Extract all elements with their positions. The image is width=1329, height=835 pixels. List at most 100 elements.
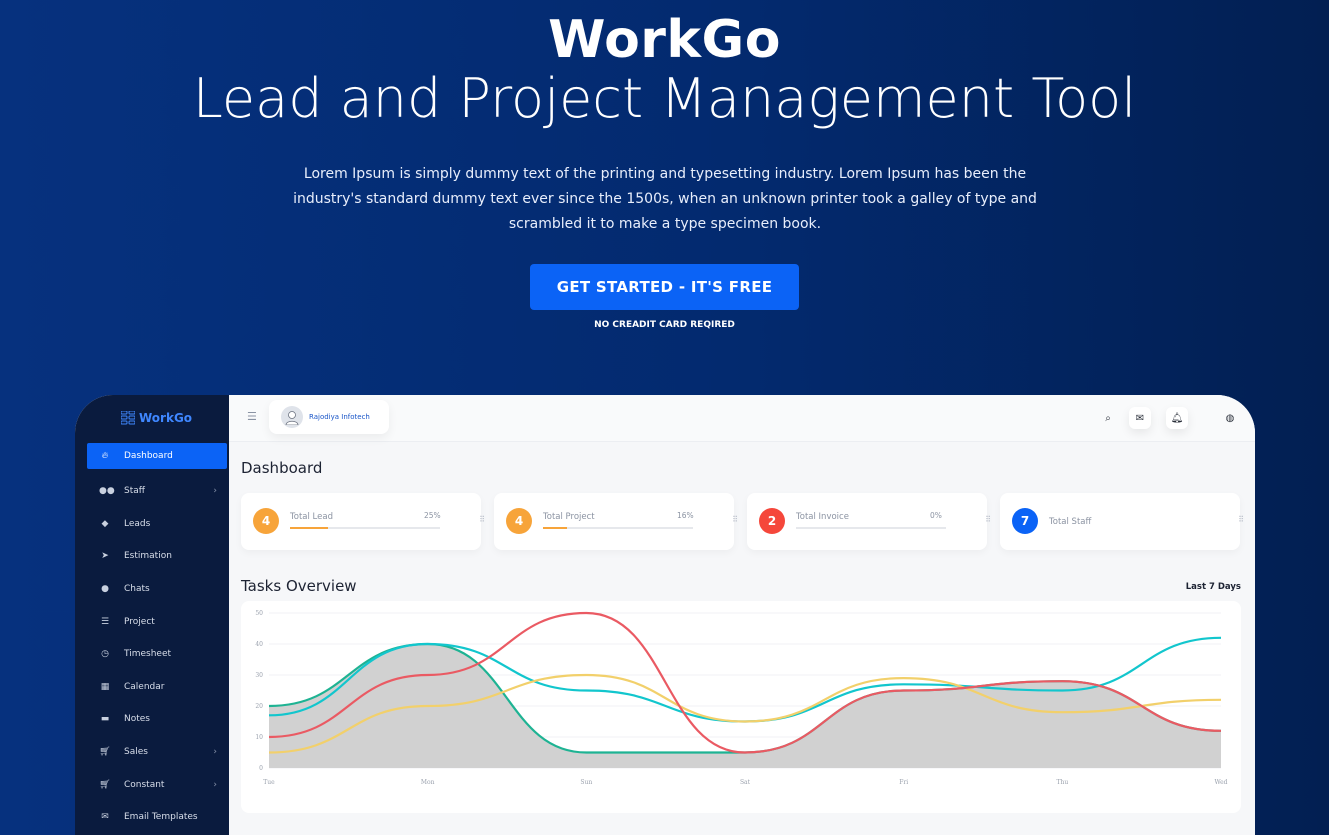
stat-progress-bar bbox=[796, 527, 946, 529]
stat-card-total-staff[interactable]: 7 Total Staff ⠿ bbox=[1000, 493, 1244, 550]
sidebar-item-leads[interactable]: ◆ Leads bbox=[87, 508, 227, 541]
sidebar-item-sales[interactable]: 🛒︎ Sales › bbox=[87, 736, 227, 769]
user-menu[interactable]: Rajodiya Infotech bbox=[269, 400, 389, 434]
sidebar-item-constant[interactable]: 🛒︎ Constant › bbox=[87, 768, 227, 801]
tasks-chart-svg: 0 10 20 30 40 50 Tue Mon Sun Sat Fri Thu Wed bbox=[255, 610, 1227, 786]
stat-label: Total Staff bbox=[1049, 517, 1092, 527]
sidebar-item-label: Leads bbox=[124, 518, 151, 529]
no-credit-card-note: NO CREADIT CARD REQIRED bbox=[594, 320, 735, 330]
stat-percent: 16% bbox=[677, 511, 694, 520]
sidebar-item-label: Timesheet bbox=[124, 649, 172, 660]
page-title: Dashboard bbox=[241, 459, 323, 477]
stat-value: 2 bbox=[759, 508, 785, 534]
x-tick-label: Wed bbox=[1214, 779, 1227, 786]
cart-icon: 🛒︎ bbox=[99, 747, 111, 758]
sidebar-item-label: Chats bbox=[124, 584, 150, 595]
stat-card-total-lead[interactable]: 4 Total Lead 25% ⠿ bbox=[241, 493, 485, 550]
user-avatar-icon bbox=[285, 411, 299, 425]
sidebar-item-label: Staff bbox=[124, 486, 145, 497]
search-icon[interactable]: ⌕ bbox=[1097, 407, 1119, 429]
drag-handle-icon[interactable]: ⠿ bbox=[1238, 515, 1244, 524]
dashboard-main: Dashboard 4 Total Lead 25% ⠿ 4 Total Pro… bbox=[229, 441, 1255, 835]
sidebar-item-email-templates[interactable]: ✉ Email Templates bbox=[87, 801, 227, 834]
x-tick-label: Fri bbox=[899, 779, 908, 786]
list-icon: ☰ bbox=[100, 616, 110, 627]
mail-icon[interactable]: ✉ bbox=[1129, 407, 1151, 429]
sidebar: WorkGo 🔥︎ Dashboard ●● Staff › ◆ Leads ➤… bbox=[75, 395, 229, 835]
range-selector[interactable]: Last 7 Days bbox=[1186, 582, 1241, 592]
x-tick-label: Mon bbox=[421, 779, 435, 786]
stat-percent: 25% bbox=[424, 511, 441, 520]
paper-plane-icon: ➤ bbox=[101, 551, 109, 562]
chevron-right-icon: › bbox=[213, 747, 217, 758]
stat-card-total-invoice[interactable]: 2 Total Invoice 0% ⠿ bbox=[747, 493, 991, 550]
cube-icon: ◆ bbox=[101, 518, 109, 529]
fire-icon: 🔥︎ bbox=[101, 451, 109, 461]
sidebar-item-staff[interactable]: ●● Staff › bbox=[87, 475, 227, 508]
app-logo-text: WorkGo bbox=[139, 411, 193, 425]
get-started-button[interactable]: GET STARTED - IT'S FREE bbox=[530, 264, 799, 310]
stat-card-total-project[interactable]: 4 Total Project 16% ⠿ bbox=[494, 493, 738, 550]
hero-description: Lorem Ipsum is simply dummy text of the … bbox=[293, 166, 1037, 232]
sidebar-item-label: Constant bbox=[124, 779, 165, 790]
sidebar-item-dashboard[interactable]: 🔥︎ Dashboard bbox=[87, 443, 227, 469]
sidebar-item-label: Estimation bbox=[124, 551, 172, 562]
x-tick-label: Tue bbox=[263, 779, 275, 786]
sidebar-item-label: Calendar bbox=[124, 681, 165, 692]
mail-icon: ✉ bbox=[101, 812, 109, 823]
x-tick-label: Sat bbox=[740, 779, 751, 786]
tasks-chart: 0 10 20 30 40 50 Tue Mon Sun Sat Fri Thu Wed bbox=[241, 601, 1241, 813]
y-tick-label: 40 bbox=[255, 641, 263, 648]
sidebar-item-chats[interactable]: ● Chats bbox=[87, 573, 227, 606]
x-tick-label: Thu bbox=[1056, 779, 1068, 786]
stat-cards: 4 Total Lead 25% ⠿ 4 Total Project 16% ⠿… bbox=[241, 493, 1244, 551]
drag-handle-icon[interactable]: ⠿ bbox=[732, 515, 738, 524]
stat-percent: 0% bbox=[930, 511, 942, 520]
cart-icon: 🛒︎ bbox=[99, 779, 111, 790]
sidebar-item-label: Sales bbox=[124, 747, 148, 758]
chevron-right-icon: › bbox=[213, 779, 217, 790]
y-tick-label: 20 bbox=[255, 703, 263, 710]
drag-handle-icon[interactable]: ⠿ bbox=[479, 515, 485, 524]
note-icon: ▬ bbox=[100, 714, 110, 725]
globe-icon[interactable]: ◍ bbox=[1219, 407, 1241, 429]
sidebar-item-estimation[interactable]: ➤ Estimation bbox=[87, 540, 227, 573]
stat-label: Total Project bbox=[543, 512, 595, 522]
y-tick-label: 50 bbox=[255, 610, 263, 617]
tasks-overview-title: Tasks Overview bbox=[241, 577, 357, 595]
sidebar-item-timesheet[interactable]: ◷ Timesheet bbox=[87, 638, 227, 671]
y-tick-label: 0 bbox=[259, 765, 263, 772]
brand-title: WorkGo bbox=[548, 10, 781, 70]
sidebar-nav: 🔥︎ Dashboard ●● Staff › ◆ Leads ➤ Estima… bbox=[87, 443, 227, 834]
sidebar-item-label: Notes bbox=[124, 714, 150, 725]
stat-value: 7 bbox=[1012, 508, 1038, 534]
sidebar-item-project[interactable]: ☰ Project bbox=[87, 605, 227, 638]
app-logo[interactable]: WorkGo bbox=[121, 411, 192, 425]
y-tick-label: 10 bbox=[255, 734, 263, 741]
stat-value: 4 bbox=[506, 508, 532, 534]
sidebar-item-calendar[interactable]: ▦ Calendar bbox=[87, 671, 227, 704]
logo-grid-icon bbox=[121, 411, 135, 425]
hero-headline: Lead and Project Management Tool bbox=[192, 67, 1137, 130]
stat-value: 4 bbox=[253, 508, 279, 534]
chevron-right-icon: › bbox=[213, 486, 217, 497]
x-tick-label: Sun bbox=[580, 779, 592, 786]
sidebar-item-label: Dashboard bbox=[124, 451, 173, 461]
chat-icon: ● bbox=[101, 584, 109, 595]
sidebar-item-label: Project bbox=[124, 616, 155, 627]
sidebar-item-notes[interactable]: ▬ Notes bbox=[87, 703, 227, 736]
users-icon: ●● bbox=[99, 486, 115, 497]
stat-label: Total Lead bbox=[290, 512, 333, 522]
sidebar-item-label: Email Templates bbox=[124, 812, 198, 823]
bell-icon[interactable]: 🔔︎ bbox=[1166, 407, 1188, 429]
drag-handle-icon[interactable]: ⠿ bbox=[985, 515, 991, 524]
app-preview: WorkGo 🔥︎ Dashboard ●● Staff › ◆ Leads ➤… bbox=[75, 395, 1255, 835]
topbar: ☰ Rajodiya Infotech ⌕ ✉ 🔔︎ ◍ bbox=[229, 395, 1255, 442]
user-name: Rajodiya Infotech bbox=[309, 413, 370, 421]
menu-icon[interactable]: ☰ bbox=[247, 410, 257, 423]
avatar bbox=[281, 406, 303, 428]
stat-progress-bar bbox=[290, 527, 440, 529]
y-tick-label: 30 bbox=[255, 672, 263, 679]
stat-progress-bar bbox=[543, 527, 693, 529]
clock-icon: ◷ bbox=[101, 649, 109, 660]
